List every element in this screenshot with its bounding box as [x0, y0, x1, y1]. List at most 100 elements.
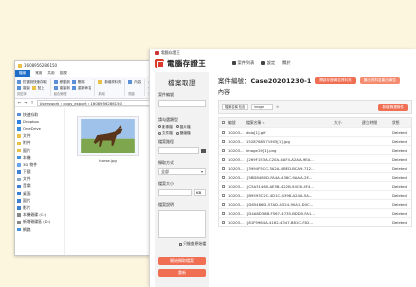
tab-share[interactable]: 共用 — [47, 71, 54, 76]
paste-button[interactable]: 貼上 — [38, 85, 45, 90]
cell-id: 10203... — [228, 138, 244, 144]
nav-item-quick-access[interactable]: 快速存取 — [17, 111, 62, 118]
col-status[interactable]: 狀態 — [390, 120, 411, 126]
nav-item-images[interactable]: 圖片 — [17, 197, 62, 204]
nav-about[interactable]: 關於 — [282, 60, 290, 66]
nav-item-this-pc[interactable]: 本機 — [17, 154, 62, 161]
table-row[interactable]: 10203... {D4A8D38B-F567-4735-BDD5-FA1... D… — [219, 208, 411, 217]
table-row[interactable]: 10203... {C5A31460-AE5B-422B-94C6-4F4... D… — [219, 181, 411, 190]
move-icon — [53, 79, 58, 84]
up-arrow-icon[interactable]: ↑ — [30, 100, 33, 105]
row-checkbox[interactable] — [221, 139, 225, 143]
row-checkbox[interactable] — [221, 148, 225, 152]
file-thumbnail[interactable] — [77, 116, 139, 156]
row-checkbox[interactable] — [221, 130, 225, 134]
export-report-button[interactable]: 匯出資料並產出報告 — [359, 76, 401, 84]
table-row[interactable]: 10203... {5BD8480D-FA4A-436C-9AAA-2E... De… — [219, 172, 411, 181]
drive-icon — [17, 220, 21, 225]
folder-icon — [17, 134, 21, 138]
folder-browse-icon[interactable] — [201, 148, 206, 153]
move-button[interactable]: 移動到 — [60, 79, 70, 84]
nav-item-onedrive[interactable]: OneDrive — [17, 125, 62, 132]
copy-to-icon — [53, 85, 58, 90]
size-unit-select[interactable]: KB — [194, 189, 206, 196]
row-checkbox[interactable] — [221, 211, 225, 215]
table-row[interactable]: 10203... image19[1].png Deleted — [219, 145, 411, 154]
col-time[interactable]: 建立時間 — [360, 120, 390, 126]
type-option[interactable]: 圖片檔 — [175, 125, 191, 130]
folder-path-input[interactable] — [158, 147, 199, 154]
copy-to-button[interactable]: 複製到 — [60, 85, 70, 90]
file-name: horse.jpg — [99, 158, 117, 163]
nav-case-list[interactable]: 案件列表 — [232, 60, 254, 66]
header-nav: 案件列表 設定 關於 — [232, 60, 291, 66]
nav-item-videos[interactable]: 影片 — [17, 204, 62, 211]
table-row[interactable]: 10203... {B9593C2C-4D1C-4398-A24A-5A... De… — [219, 190, 411, 199]
nav-item-music[interactable]: 音樂 — [17, 183, 62, 190]
delete-button[interactable]: 刪除 — [78, 79, 85, 84]
row-checkbox[interactable] — [221, 166, 225, 170]
original-only-checkbox[interactable]: 只檢查原始檔 — [158, 241, 206, 247]
open-report-folder-button[interactable]: 開啟存證報告資料夾 — [315, 76, 356, 84]
table-row[interactable]: 10203... {81F9964A-4162-4347-B81C-F82... D… — [219, 217, 411, 226]
nav-item-drive-c[interactable]: 本機磁碟 (C:) — [17, 212, 62, 219]
table-row[interactable]: 10203... {D65486D-57AD-4524-90A1-D0C... De… — [219, 199, 411, 208]
nav-item-dropbox[interactable]: Dropbox — [17, 118, 62, 125]
new-folder-button[interactable]: 新增資料夾 — [104, 79, 121, 84]
cell-name: image19[1].png — [246, 147, 277, 153]
forward-arrow-icon[interactable]: → — [24, 100, 27, 105]
type-option[interactable]: 壓縮檔 — [175, 131, 191, 136]
col-name[interactable]: 檔案名稱⇅ — [244, 120, 332, 126]
filter-field-select[interactable]: 檔案名稱 包含 — [222, 104, 249, 110]
col-id[interactable]: 編號 — [227, 120, 244, 126]
explorer-nav-pane: 快速存取 Dropbox OneDrive 文件 附件 圖片 本機 3D 物件 … — [15, 108, 65, 255]
nav-item-desktop[interactable]: 桌面 — [17, 190, 62, 197]
table-row[interactable]: 10203... {269F153A-C20A-4AF4-A2AA-9EA... D… — [219, 154, 411, 163]
row-checkbox[interactable] — [221, 184, 225, 188]
row-checkbox[interactable] — [221, 202, 225, 206]
table-row[interactable]: 10203... {3994F5CC-3A2A-4BED-BCA9-712... D… — [219, 163, 411, 172]
note-textarea[interactable] — [158, 210, 206, 238]
nav-item-pictures[interactable]: 圖片 — [17, 147, 62, 154]
copy-icon — [17, 85, 21, 90]
nav-item-attachments[interactable]: 附件 — [17, 140, 62, 147]
nav-item-docs[interactable]: 文件 — [17, 133, 62, 140]
nav-settings[interactable]: 設定 — [261, 60, 275, 66]
tab-home[interactable]: 常用 — [35, 71, 42, 76]
reset-button[interactable]: 重新 — [158, 269, 206, 277]
close-icon[interactable]: ✕ — [276, 105, 279, 109]
filter-value-input[interactable]: image — [251, 104, 274, 110]
nav-item-downloads[interactable]: 下載 — [17, 169, 62, 176]
back-arrow-icon[interactable]: ← — [18, 100, 21, 105]
case-input[interactable] — [158, 100, 206, 107]
row-checkbox[interactable] — [221, 193, 225, 197]
row-checkbox[interactable] — [221, 220, 225, 224]
app-icon — [155, 50, 159, 55]
rename-button[interactable]: 重新命名 — [78, 85, 92, 90]
cell-status: Deleted — [392, 129, 407, 135]
properties-button[interactable]: 內容 — [134, 79, 141, 84]
nav-item-drive-d[interactable]: 新增磁碟區 (D:) — [17, 219, 62, 226]
size-input[interactable] — [158, 189, 192, 196]
select-all-checkbox[interactable] — [221, 121, 225, 124]
col-size[interactable]: 大小 — [332, 120, 360, 126]
copy-button[interactable]: 複製 — [23, 85, 30, 90]
tab-view[interactable]: 檢視 — [60, 71, 67, 76]
pin-button[interactable]: 釘選到快速存取 — [23, 79, 47, 84]
row-checkbox[interactable] — [221, 175, 225, 179]
table-row[interactable]: 10203... dolo[1].gif Deleted — [219, 127, 411, 136]
cell-id: 10203... — [228, 210, 244, 216]
nav-item-documents[interactable]: 文件 — [17, 176, 62, 183]
nav-item-3d[interactable]: 3D 物件 — [17, 161, 62, 168]
left-panel: 檔案取證 案件編號 請勾選類型 影像檔 圖片檔 文件檔 壓縮檔 檔案路徑 擷取方… — [155, 72, 209, 287]
scan-select[interactable]: 全部 — [158, 168, 206, 175]
type-option[interactable]: 影像檔 — [158, 125, 173, 130]
add-filter-button[interactable]: 新增篩選條件 — [378, 103, 408, 111]
dropbox-icon — [17, 120, 21, 124]
nav-item-network[interactable]: 網路 — [17, 226, 62, 233]
start-capture-button[interactable]: 開始擷取檔案 — [158, 257, 206, 265]
type-option[interactable]: 文件檔 — [158, 131, 173, 136]
table-row[interactable]: 10203... 1528768571905[1].jpg Deleted — [219, 136, 411, 145]
row-checkbox[interactable] — [221, 157, 225, 161]
tab-file[interactable]: 檔案 — [15, 70, 31, 77]
